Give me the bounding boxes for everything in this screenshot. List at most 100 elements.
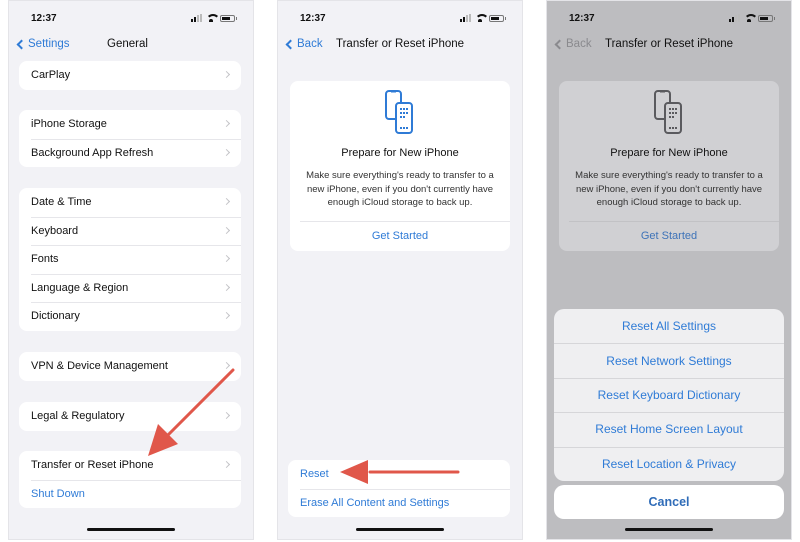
phone-transfer-icon bbox=[651, 89, 687, 137]
settings-group: VPN & Device Management bbox=[19, 352, 241, 381]
chevron-right-icon bbox=[222, 411, 231, 420]
chevron-right-icon bbox=[222, 226, 231, 234]
chevron-right-icon bbox=[222, 119, 231, 128]
reset-home-screen-layout-button[interactable]: Reset Home Screen Layout bbox=[554, 412, 784, 446]
row-label: Background App Refresh bbox=[31, 146, 154, 159]
home-indicator bbox=[625, 528, 713, 531]
nav-bar: Back Transfer or Reset iPhone bbox=[547, 35, 791, 57]
nav-bar: Back Transfer or Reset iPhone bbox=[278, 35, 522, 57]
settings-row-keyboard[interactable]: Keyboard bbox=[19, 216, 241, 246]
status-bar: 12:37 bbox=[300, 13, 506, 27]
row-label: iPhone Storage bbox=[31, 118, 107, 131]
row-label: Reset bbox=[300, 468, 329, 481]
row-label: VPN & Device Management bbox=[31, 360, 168, 373]
chevron-right-icon bbox=[222, 254, 231, 263]
shut-down-button[interactable]: Shut Down bbox=[19, 479, 241, 509]
settings-row-legal-regulatory[interactable]: Legal & Regulatory bbox=[19, 402, 241, 431]
battery-icon bbox=[220, 14, 237, 22]
cancel-button[interactable]: Cancel bbox=[554, 485, 784, 519]
status-time: 12:37 bbox=[569, 13, 595, 24]
chevron-right-icon bbox=[222, 148, 231, 156]
cellular-signal-icon bbox=[191, 14, 202, 22]
settings-group: iPhone Storage Background App Refresh bbox=[19, 110, 241, 167]
status-time: 12:37 bbox=[300, 13, 326, 24]
back-button[interactable]: Settings bbox=[15, 38, 70, 50]
chevron-right-icon bbox=[222, 460, 231, 469]
cellular-signal-icon bbox=[729, 14, 740, 22]
reset-action-sheet: Reset All Settings Reset Network Setting… bbox=[554, 309, 784, 481]
settings-group: Legal & Regulatory bbox=[19, 402, 241, 431]
cellular-signal-icon bbox=[460, 14, 471, 22]
row-label: Transfer or Reset iPhone bbox=[31, 459, 154, 472]
chevron-right-icon bbox=[222, 197, 231, 206]
settings-row-background-app-refresh[interactable]: Background App Refresh bbox=[19, 138, 241, 168]
settings-row-language-region[interactable]: Language & Region bbox=[19, 273, 241, 303]
phone-screen-reset-sheet: 12:37 Back Transfer or Reset iPhone Prep… bbox=[546, 0, 792, 540]
reset-network-settings-button[interactable]: Reset Network Settings bbox=[554, 343, 784, 377]
prepare-new-iphone-card: Prepare for New iPhone Make sure everyth… bbox=[290, 81, 510, 251]
status-time: 12:37 bbox=[31, 13, 57, 24]
chevron-left-icon bbox=[285, 39, 296, 49]
row-label: CarPlay bbox=[31, 69, 71, 82]
reset-button[interactable]: Reset bbox=[288, 460, 510, 489]
page-title: General bbox=[107, 38, 148, 50]
chevron-right-icon bbox=[222, 70, 231, 79]
back-label: Back bbox=[297, 38, 323, 50]
card-description: Make sure everything's ready to transfer… bbox=[306, 170, 494, 208]
prepare-new-iphone-card: Prepare for New iPhone Make sure everyth… bbox=[559, 81, 779, 251]
settings-group: CarPlay bbox=[19, 61, 241, 90]
reset-keyboard-dictionary-button[interactable]: Reset Keyboard Dictionary bbox=[554, 377, 784, 412]
chevron-left-icon bbox=[554, 39, 565, 49]
wifi-icon bbox=[744, 14, 758, 22]
chevron-right-icon bbox=[222, 311, 231, 320]
page-title: Transfer or Reset iPhone bbox=[336, 38, 465, 50]
divider bbox=[569, 221, 779, 222]
settings-row-carplay[interactable]: CarPlay bbox=[19, 61, 241, 90]
phone-screen-general: 12:37 Settings General CarPlay iPhone St… bbox=[8, 0, 254, 540]
row-label: Shut Down bbox=[31, 487, 85, 500]
get-started-button[interactable]: Get Started bbox=[559, 230, 779, 242]
chevron-right-icon bbox=[222, 283, 231, 291]
settings-row-date-time[interactable]: Date & Time bbox=[19, 188, 241, 217]
status-bar: 12:37 bbox=[569, 13, 775, 27]
card-title: Prepare for New iPhone bbox=[341, 147, 459, 159]
nav-bar: Settings General bbox=[9, 35, 253, 57]
reset-location-privacy-button[interactable]: Reset Location & Privacy bbox=[554, 446, 784, 481]
phone-screen-transfer-reset: 12:37 Back Transfer or Reset iPhone Prep… bbox=[277, 0, 523, 540]
settings-group: Transfer or Reset iPhone Shut Down bbox=[19, 451, 241, 508]
row-label: Legal & Regulatory bbox=[31, 410, 125, 423]
chevron-left-icon bbox=[16, 39, 27, 49]
row-label: Keyboard bbox=[31, 224, 79, 237]
get-started-button[interactable]: Get Started bbox=[290, 230, 510, 242]
back-label: Back bbox=[566, 38, 592, 50]
wifi-icon bbox=[206, 14, 220, 22]
erase-all-content-button[interactable]: Erase All Content and Settings bbox=[288, 488, 510, 518]
home-indicator bbox=[87, 528, 175, 531]
row-label: Fonts bbox=[31, 253, 59, 266]
back-button[interactable]: Back bbox=[284, 38, 323, 50]
settings-row-dictionary[interactable]: Dictionary bbox=[19, 302, 241, 331]
reset-all-settings-button[interactable]: Reset All Settings bbox=[554, 309, 784, 343]
back-button[interactable]: Back bbox=[553, 38, 592, 50]
home-indicator bbox=[356, 528, 444, 531]
row-label: Language & Region bbox=[31, 281, 129, 294]
phone-transfer-icon bbox=[382, 89, 418, 137]
card-description: Make sure everything's ready to transfer… bbox=[575, 170, 763, 208]
back-label: Settings bbox=[28, 38, 70, 50]
settings-group: Date & Time Keyboard Fonts Language & Re… bbox=[19, 188, 241, 331]
divider bbox=[300, 221, 510, 222]
row-label: Date & Time bbox=[31, 196, 92, 209]
row-label: Erase All Content and Settings bbox=[300, 496, 450, 509]
settings-row-iphone-storage[interactable]: iPhone Storage bbox=[19, 110, 241, 139]
row-label: Dictionary bbox=[31, 310, 80, 323]
status-bar: 12:37 bbox=[31, 13, 237, 27]
battery-icon bbox=[489, 14, 506, 22]
chevron-right-icon bbox=[222, 361, 231, 370]
settings-row-transfer-reset[interactable]: Transfer or Reset iPhone bbox=[19, 451, 241, 480]
wifi-icon bbox=[475, 14, 489, 22]
settings-row-fonts[interactable]: Fonts bbox=[19, 245, 241, 274]
battery-icon bbox=[758, 14, 775, 22]
page-title: Transfer or Reset iPhone bbox=[605, 38, 734, 50]
settings-row-vpn-device-management[interactable]: VPN & Device Management bbox=[19, 352, 241, 381]
card-title: Prepare for New iPhone bbox=[610, 147, 728, 159]
